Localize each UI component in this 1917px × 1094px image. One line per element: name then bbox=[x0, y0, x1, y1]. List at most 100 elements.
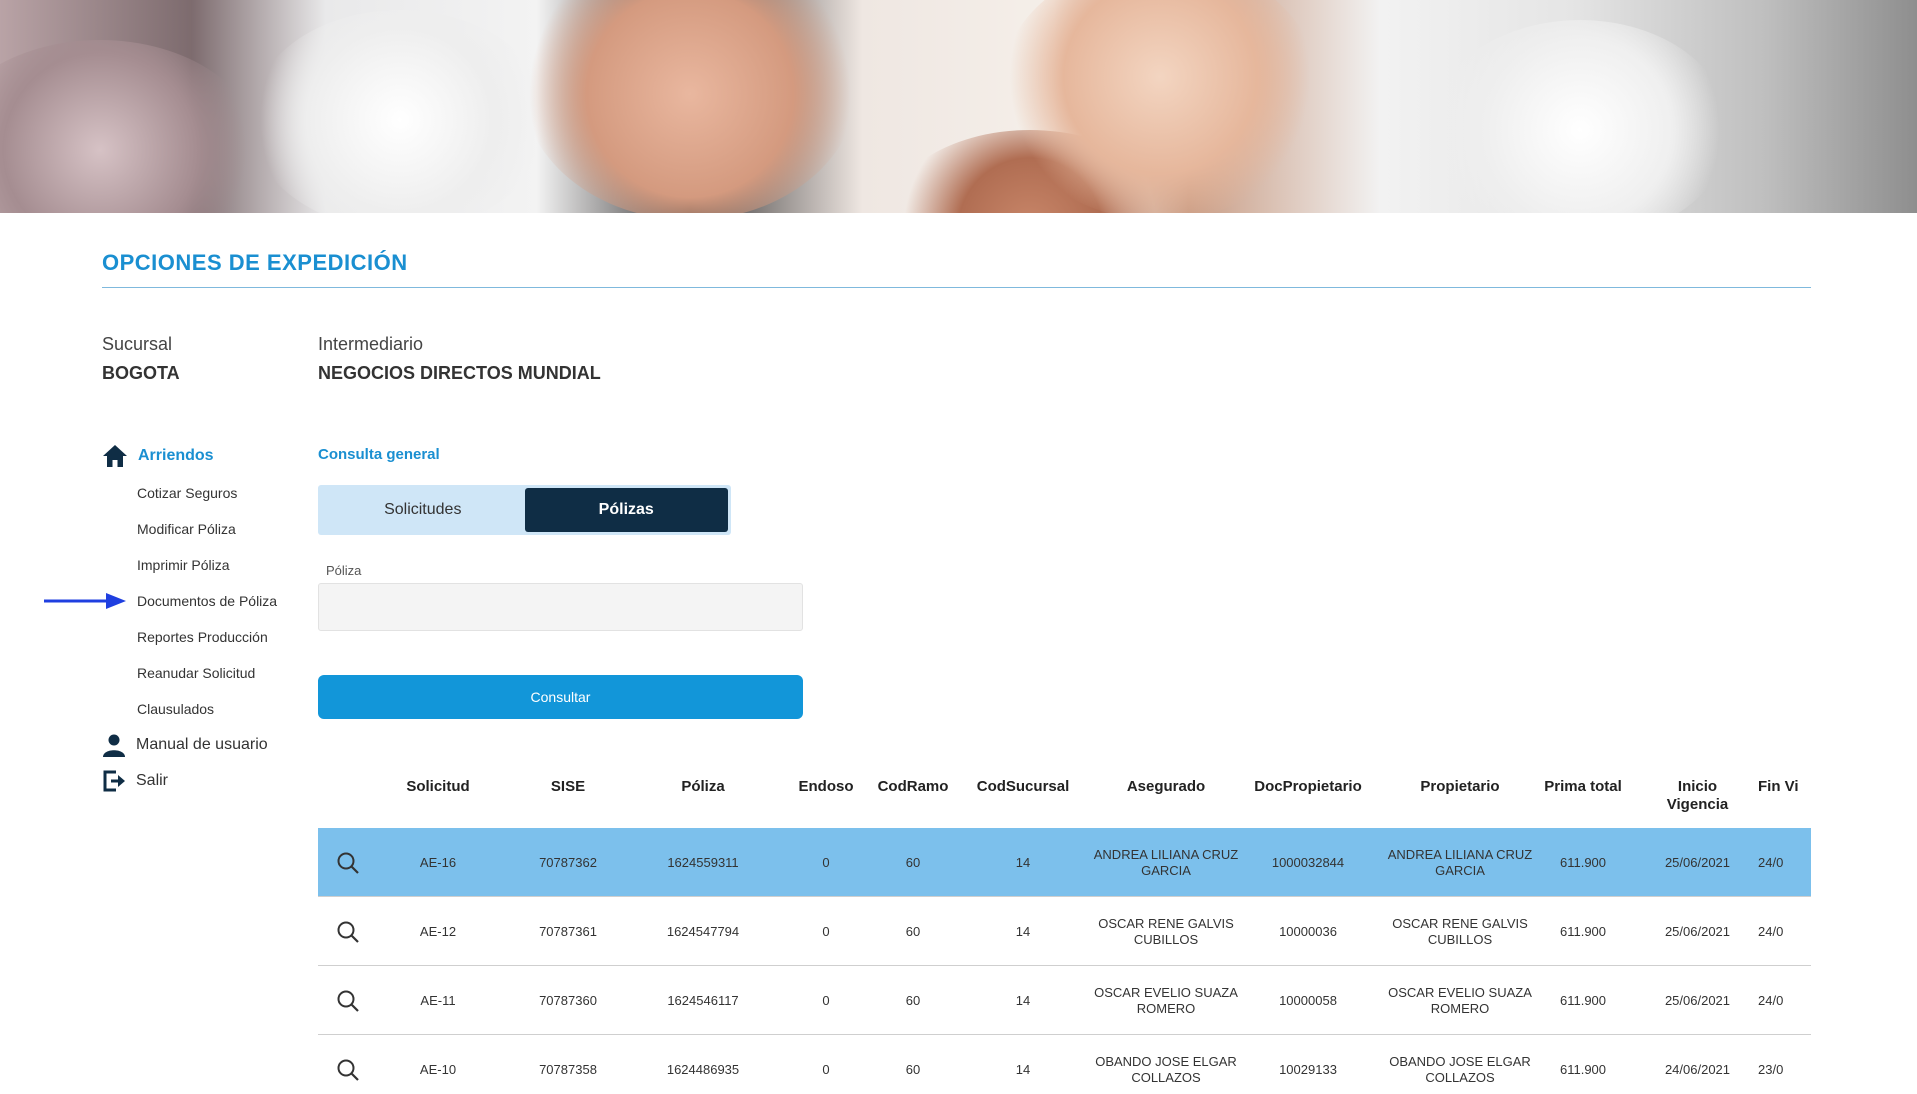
cell-solicitud: AE-12 bbox=[419, 923, 457, 939]
cell-inicio-vigencia: 25/06/2021 bbox=[1664, 854, 1731, 870]
sidebar-section-label: Arriendos bbox=[138, 447, 214, 464]
cell-docpropietario: 10000058 bbox=[1279, 992, 1337, 1008]
cell-sise: 70787362 bbox=[539, 854, 597, 870]
cell-fin-vigencia: 24/0 bbox=[1758, 992, 1784, 1008]
cell-codsucursal: 14 bbox=[1015, 854, 1031, 870]
cell-prima-total: 611.900 bbox=[1559, 992, 1607, 1008]
intermediario-value: NEGOCIOS DIRECTOS MUNDIAL bbox=[318, 363, 601, 383]
sidebar-item-clausulados[interactable]: Clausulados bbox=[137, 701, 214, 717]
title-divider bbox=[102, 287, 1811, 288]
cell-fin-vigencia: 24/0 bbox=[1758, 923, 1784, 939]
cell-poliza: 1624546117 bbox=[667, 992, 739, 1008]
header-asegurado: Asegurado bbox=[1126, 778, 1206, 795]
header-fin-vigencia: Fin Vi bbox=[1758, 778, 1799, 795]
header-prima-total: Prima total bbox=[1544, 778, 1622, 795]
cell-solicitud: AE-16 bbox=[419, 854, 457, 870]
table-row[interactable]: AE-12 70787361 1624547794 0 60 14 OSCAR RENE G… bbox=[318, 897, 1811, 966]
consultar-button[interactable]: Consultar bbox=[318, 675, 803, 719]
intermediario-label: Intermediario bbox=[318, 334, 424, 354]
table-row[interactable]: AE-10 70787358 1624486935 0 60 14 OBANDO JOSE … bbox=[318, 1035, 1811, 1094]
manual-usuario-link[interactable]: Manual de usuario bbox=[102, 733, 268, 757]
header-propietario: Propietario bbox=[1420, 778, 1500, 795]
cell-inicio-vigencia: 25/06/2021 bbox=[1664, 992, 1731, 1008]
manual-usuario-label: Manual de usuario bbox=[136, 736, 268, 753]
cell-inicio-vigencia: 25/06/2021 bbox=[1664, 923, 1731, 939]
home-icon bbox=[103, 445, 127, 467]
sidebar-item-modificar-poliza[interactable]: Modificar Póliza bbox=[137, 521, 236, 537]
poliza-input[interactable] bbox=[318, 583, 803, 631]
header-codramo: CodRamo bbox=[877, 778, 949, 795]
cell-codramo: 60 bbox=[905, 992, 921, 1008]
cell-propietario: OSCAR RENE GALVIS CUBILLOS bbox=[1392, 915, 1528, 947]
sucursal-value: BOGOTA bbox=[102, 363, 180, 383]
header-sise: SISE bbox=[550, 778, 586, 795]
header-poliza: Póliza bbox=[681, 778, 725, 795]
cell-fin-vigencia: 23/0 bbox=[1758, 1061, 1784, 1077]
search-icon[interactable] bbox=[336, 1058, 360, 1082]
cell-endoso: 0 bbox=[822, 992, 830, 1008]
cell-solicitud: AE-10 bbox=[419, 1061, 457, 1077]
header-inicio-vigencia: Inicio Vigencia bbox=[1666, 778, 1729, 813]
salir-link[interactable]: Salir bbox=[102, 769, 168, 793]
cell-asegurado: OBANDO JOSE ELGAR COLLAZOS bbox=[1095, 1053, 1237, 1085]
table-row[interactable]: AE-16 70787362 1624559311 0 60 14 ANDREA LILIA… bbox=[318, 828, 1811, 897]
cell-codsucursal: 14 bbox=[1015, 923, 1031, 939]
poliza-field-label: Póliza bbox=[326, 563, 362, 578]
hero-banner bbox=[0, 0, 1917, 213]
cell-solicitud: AE-11 bbox=[420, 992, 456, 1008]
header-endoso: Endoso bbox=[798, 778, 854, 795]
consulta-general-title: Consulta general bbox=[318, 446, 440, 463]
cell-docpropietario: 1000032844 bbox=[1271, 854, 1345, 870]
cell-docpropietario: 10029133 bbox=[1279, 1061, 1337, 1077]
header-codsucursal: CodSucursal bbox=[976, 778, 1070, 795]
cell-propietario: OBANDO JOSE ELGAR COLLAZOS bbox=[1389, 1053, 1531, 1085]
salir-label: Salir bbox=[136, 772, 169, 789]
user-icon bbox=[103, 734, 125, 757]
cell-docpropietario: 10000036 bbox=[1279, 923, 1337, 939]
search-icon[interactable] bbox=[336, 851, 360, 875]
cell-asegurado: OSCAR RENE GALVIS CUBILLOS bbox=[1098, 915, 1234, 947]
cell-sise: 70787360 bbox=[539, 992, 597, 1008]
cell-endoso: 0 bbox=[822, 923, 830, 939]
cell-prima-total: 611.900 bbox=[1559, 854, 1607, 870]
sidebar-item-reanudar-solicitud[interactable]: Reanudar Solicitud bbox=[137, 665, 255, 681]
polizas-table: Solicitud SISE Póliza Endoso CodRamo Cod… bbox=[318, 760, 1811, 1094]
cell-codramo: 60 bbox=[905, 854, 921, 870]
sidebar-item-documentos-poliza[interactable]: Documentos de Póliza bbox=[137, 593, 277, 609]
cell-prima-total: 611.900 bbox=[1559, 1061, 1607, 1077]
cell-codsucursal: 14 bbox=[1015, 1061, 1031, 1077]
arrow-right-icon bbox=[44, 593, 126, 609]
cell-asegurado: ANDREA LILIANA CRUZ GARCIA bbox=[1093, 846, 1239, 878]
sidebar-item-reportes-produccion[interactable]: Reportes Producción bbox=[137, 629, 268, 645]
search-icon[interactable] bbox=[336, 920, 360, 944]
cell-codsucursal: 14 bbox=[1015, 992, 1031, 1008]
cell-propietario: ANDREA LILIANA CRUZ GARCIA bbox=[1387, 846, 1533, 878]
cell-codramo: 60 bbox=[905, 1061, 921, 1077]
cell-sise: 70787358 bbox=[539, 1061, 597, 1077]
sidebar-item-cotizar-seguros[interactable]: Cotizar Seguros bbox=[137, 485, 237, 501]
header-solicitud: Solicitud bbox=[406, 778, 470, 795]
cell-inicio-vigencia: 24/06/2021 bbox=[1664, 1061, 1731, 1077]
tab-polizas[interactable]: Pólizas bbox=[524, 488, 728, 532]
sucursal-label: Sucursal bbox=[102, 334, 173, 354]
cell-fin-vigencia: 24/0 bbox=[1758, 854, 1784, 870]
tab-solicitudes[interactable]: Solicitudes bbox=[321, 488, 525, 532]
search-icon[interactable] bbox=[336, 989, 360, 1013]
cell-asegurado: OSCAR EVELIO SUAZA ROMERO bbox=[1094, 984, 1238, 1016]
sidebar-item-imprimir-poliza[interactable]: Imprimir Póliza bbox=[137, 557, 230, 573]
table-row[interactable]: AE-11 70787360 1624546117 0 60 14 OSCAR EVELIO… bbox=[318, 966, 1811, 1035]
page-title: OPCIONES DE EXPEDICIÓN bbox=[102, 250, 408, 275]
header-docpropietario: DocPropietario bbox=[1254, 778, 1362, 795]
cell-poliza: 1624547794 bbox=[666, 923, 740, 939]
cell-poliza: 1624559311 bbox=[667, 854, 739, 870]
cell-endoso: 0 bbox=[822, 854, 830, 870]
cell-codramo: 60 bbox=[905, 923, 921, 939]
table-header: Solicitud SISE Póliza Endoso CodRamo Cod… bbox=[318, 760, 1811, 828]
cell-sise: 70787361 bbox=[539, 923, 597, 939]
cell-prima-total: 611.900 bbox=[1559, 923, 1607, 939]
cell-endoso: 0 bbox=[822, 1061, 830, 1077]
sidebar-section-arriendos[interactable]: Arriendos bbox=[102, 444, 214, 468]
cell-poliza: 1624486935 bbox=[666, 1061, 740, 1077]
cell-propietario: OSCAR EVELIO SUAZA ROMERO bbox=[1388, 984, 1532, 1016]
consulta-toggle: Solicitudes Pólizas bbox=[318, 485, 731, 535]
